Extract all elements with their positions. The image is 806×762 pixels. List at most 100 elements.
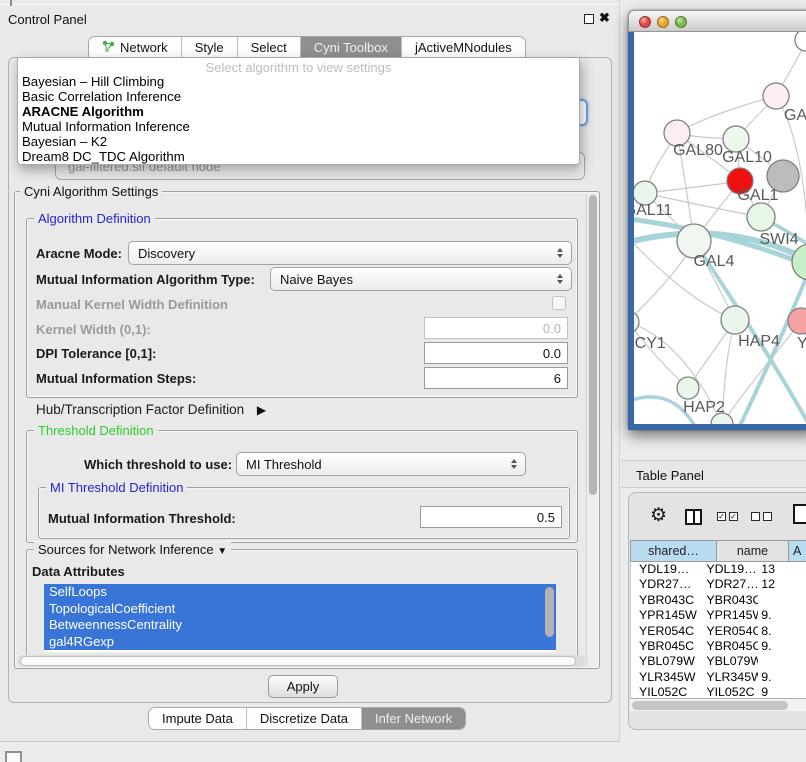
table-row[interactable]: YIL052CYIL052C9	[631, 685, 806, 698]
algorithm-option-bayesian-hill-climbing[interactable]: Bayesian – Hill Climbing	[18, 75, 579, 90]
network-window-titlebar[interactable]	[628, 10, 806, 32]
select-all-checkboxes-icon[interactable]: ✓✓	[717, 512, 738, 521]
settings-vertical-scrollbar[interactable]	[586, 193, 598, 667]
control-panel-title: Control Panel	[8, 12, 87, 27]
attribute-item-gal4rgexp[interactable]: gal4RGexp	[44, 634, 556, 651]
tab-cyni-toolbox[interactable]: Cyni Toolbox	[300, 37, 401, 58]
minimized-panel-icon[interactable]	[5, 751, 22, 762]
algorithm-option-bayesian-k2[interactable]: Bayesian – K2	[18, 135, 579, 150]
table-row[interactable]: YDR27…YDR27…12	[631, 577, 806, 592]
node-gal1[interactable]	[747, 203, 775, 231]
zoom-traffic-light[interactable]	[675, 16, 687, 28]
network-canvas[interactable]: GAL7GAL80GAL10GAL1GAL11SWI4GAL4GCY1HAP4Y…	[634, 32, 806, 424]
algorithm-dropdown-list[interactable]: Select algorithm to view settings Bayesi…	[17, 57, 580, 165]
table-row[interactable]: YLR345WYLR345W9.	[631, 670, 806, 685]
table-row[interactable]: YBR043CYBR043C	[631, 593, 806, 608]
table-cell: YIL052C	[631, 685, 700, 698]
algorithm-option-aracne-algorithm[interactable]: ARACNE Algorithm	[18, 105, 579, 120]
table-cell	[758, 654, 806, 669]
deselect-all-checkboxes-icon[interactable]	[751, 512, 772, 521]
aracne-mode-label: Aracne Mode:	[36, 246, 122, 261]
node-gal7[interactable]	[763, 83, 789, 109]
table-cell: YDL19…	[700, 562, 758, 577]
tab-impute-data[interactable]: Impute Data	[149, 708, 246, 729]
tab-label: jActiveMNodules	[415, 40, 512, 55]
cyni-algorithm-settings-title: Cyni Algorithm Settings	[20, 184, 162, 199]
node-label-gal10: GAL10	[722, 149, 772, 166]
hub-tf-definition-label: Hub/Transcription Factor Definition	[36, 402, 244, 417]
tab-discretize-data[interactable]: Discretize Data	[246, 708, 361, 729]
table-row[interactable]: YBL079WYBL079W	[631, 654, 806, 669]
node-gcy1[interactable]	[634, 311, 639, 333]
attribute-item-topologicalcoefficient[interactable]: TopologicalCoefficient	[44, 601, 556, 618]
node-big-green[interactable]	[792, 244, 806, 280]
mi-algorithm-type-value: Naive Bayes	[280, 272, 353, 287]
node-label-swi4: SWI4	[759, 231, 798, 248]
mi-algorithm-type-combo[interactable]: Naive Bayes	[270, 267, 572, 291]
manual-kernel-width-checkbox[interactable]	[552, 296, 566, 310]
node-hap2[interactable]	[677, 377, 699, 399]
hub-tf-definition-toggle[interactable]: Hub/Transcription Factor Definition ▶	[36, 402, 266, 417]
table-cell: YIL052C	[700, 685, 758, 698]
scrollbar-thumb[interactable]	[20, 656, 576, 666]
column-header-name[interactable]: name	[717, 541, 789, 561]
sources-title: Sources for Network Inference	[38, 542, 214, 557]
attribute-item-betweennesscentrality[interactable]: BetweennessCentrality	[44, 617, 556, 634]
table-cell: 9.	[758, 639, 806, 654]
aracne-mode-combo[interactable]: Discovery	[128, 241, 572, 265]
kernel-width-field[interactable]: 0.0	[424, 317, 568, 339]
which-threshold-combo[interactable]: MI Threshold	[236, 452, 526, 476]
mi-threshold-definition-title: MI Threshold Definition	[46, 480, 187, 495]
table-panel-header: Table Panel	[621, 460, 806, 488]
mi-threshold-value: 0.5	[537, 510, 555, 525]
column-header-a[interactable]: A	[789, 541, 806, 561]
document-icon[interactable]	[793, 504, 806, 524]
table-cell: 13	[758, 562, 806, 577]
table-rows: YDL19…YDL19…13YDR27…YDR27…12YBR043CYBR04…	[630, 562, 806, 698]
algorithm-option-mutual-information-inference[interactable]: Mutual Information Inference	[18, 120, 579, 135]
attribute-item-selfloops[interactable]: SelfLoops	[44, 584, 556, 601]
tab-label: Cyni Toolbox	[314, 40, 388, 55]
mi-algorithm-type-label: Mutual Information Algorithm Type:	[36, 272, 255, 287]
table-row[interactable]: YER054CYER054C8.	[631, 624, 806, 639]
table-horizontal-scrollbar[interactable]	[630, 698, 806, 711]
apply-button[interactable]: Apply	[268, 675, 338, 698]
close-traffic-light[interactable]	[639, 16, 651, 28]
panel-top-divider	[0, 4, 620, 5]
node-partial-top[interactable]	[795, 32, 806, 51]
algorithm-option-basic-correlation-inference[interactable]: Basic Correlation Inference	[18, 90, 579, 105]
scrollbar-thumb[interactable]	[632, 701, 788, 710]
tab-label: Network	[120, 40, 168, 55]
column-header-shared[interactable]: shared…	[631, 541, 717, 561]
mi-steps-field[interactable]: 6	[424, 367, 568, 389]
dpi-tolerance-field[interactable]: 0.0	[424, 342, 568, 364]
tab-style[interactable]: Style	[181, 37, 237, 58]
mi-steps-value: 6	[554, 371, 561, 386]
close-panel-icon[interactable]: ✖	[599, 10, 610, 26]
settings-gear-icon[interactable]: ⚙	[650, 506, 667, 526]
table-row[interactable]: YPR145WYPR145W9.	[631, 608, 806, 623]
sources-toggle[interactable]: Sources for Network Inference ▼	[34, 542, 231, 557]
minimize-traffic-light[interactable]	[657, 16, 669, 28]
tab-select[interactable]: Select	[237, 37, 300, 58]
table-row[interactable]: YBR045CYBR045C9.	[631, 639, 806, 654]
scrollbar-thumb[interactable]	[589, 195, 597, 495]
data-attributes-list[interactable]: SelfLoopsTopologicalCoefficientBetweenne…	[44, 584, 556, 652]
stray-tab-edge	[10, 0, 12, 6]
node-label-y: Y	[797, 335, 806, 352]
aracne-mode-value: Discovery	[138, 246, 195, 261]
scrollbar-thumb[interactable]	[545, 587, 554, 637]
mi-threshold-field[interactable]: 0.5	[420, 506, 562, 528]
table-row[interactable]: YDL19…YDL19…13	[631, 562, 806, 577]
tab-network[interactable]: Network	[89, 37, 181, 58]
table-header-row: shared…nameA	[630, 540, 806, 562]
float-window-icon[interactable]	[584, 14, 594, 24]
algorithm-option-dream8-dc-tdc-algorithm[interactable]: Dream8 DC_TDC Algorithm	[18, 150, 579, 165]
list-vertical-scrollbar[interactable]	[545, 587, 554, 645]
table-cell: YBR043C	[631, 593, 700, 608]
settings-horizontal-scrollbar[interactable]	[18, 655, 585, 667]
node-hap4[interactable]	[721, 306, 749, 334]
tab-jactivemnodules[interactable]: jActiveMNodules	[401, 37, 525, 58]
tab-infer-network[interactable]: Infer Network	[361, 708, 465, 729]
column-layout-icon[interactable]	[685, 509, 702, 525]
